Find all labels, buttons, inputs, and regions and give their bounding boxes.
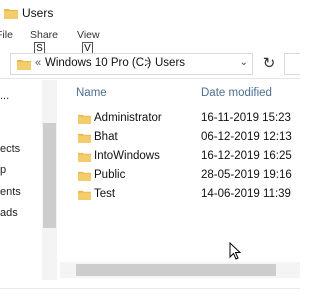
folder-icon: [78, 132, 91, 146]
breadcrumb-users[interactable]: Users: [155, 57, 185, 69]
file-name: Public: [94, 169, 126, 181]
breadcrumb-drive[interactable]: Windows 10 Pro (C:): [45, 57, 151, 69]
horizontal-scrollbar-thumb[interactable]: [76, 264, 276, 276]
folder-icon: [78, 170, 91, 184]
file-name: Test: [94, 188, 116, 200]
nav-scrollbar-thumb[interactable]: [43, 123, 56, 228]
column-header-date-modified[interactable]: Date modified: [201, 87, 272, 99]
file-date: 16-11-2019 15:23: [201, 112, 291, 124]
file-name: IntoWindows: [94, 150, 160, 162]
nav-item-downloads[interactable]: ads: [0, 207, 18, 219]
window-title: Users: [22, 6, 54, 20]
file-date: 28-05-2019 19:16: [201, 169, 292, 181]
column-header-name[interactable]: Name: [76, 87, 107, 99]
divider: [0, 288, 300, 289]
file-name: Bhat: [94, 131, 118, 143]
folder-icon: [78, 151, 91, 165]
breadcrumb-separator[interactable]: «: [35, 57, 41, 69]
search-input[interactable]: [284, 53, 300, 75]
list-item[interactable]: Test 14-06-2019 11:39: [60, 186, 300, 205]
nav-item-partial[interactable]: ...: [0, 90, 9, 102]
address-bar[interactable]: « Windows 10 Pro (C:) > Users ⌄: [10, 53, 253, 75]
file-name: Administrator: [94, 112, 162, 124]
horizontal-scrollbar[interactable]: [60, 262, 300, 278]
file-date: 14-06-2019 11:39: [201, 188, 291, 200]
refresh-icon[interactable]: ↻: [258, 53, 280, 75]
nav-item-desktop[interactable]: p: [0, 164, 6, 176]
tab-share[interactable]: Share: [30, 29, 58, 41]
folder-icon: [78, 113, 91, 127]
address-dropdown-icon[interactable]: ⌄: [240, 57, 248, 68]
address-folder-icon: [17, 58, 31, 73]
folder-icon: [78, 189, 91, 203]
list-item[interactable]: Administrator 16-11-2019 15:23: [60, 110, 300, 129]
tab-view[interactable]: View: [77, 29, 100, 41]
tab-file[interactable]: File: [0, 29, 13, 41]
file-date: 16-12-2019 16:25: [201, 150, 292, 162]
nav-item-objects[interactable]: ects: [0, 143, 20, 155]
list-item[interactable]: Bhat 06-12-2019 12:13: [60, 129, 300, 148]
nav-item-documents[interactable]: ents: [0, 186, 21, 198]
address-row: « Windows 10 Pro (C:) > Users ⌄: [0, 49, 300, 79]
file-list: Name Date modified Administrator 16-11-2…: [60, 80, 300, 262]
list-item[interactable]: IntoWindows 16-12-2019 16:25: [60, 148, 300, 167]
mouse-pointer-icon: [229, 241, 242, 263]
list-item[interactable]: Public 28-05-2019 19:16: [60, 167, 300, 186]
breadcrumb-separator[interactable]: >: [145, 57, 151, 69]
title-bar: Users: [0, 0, 300, 26]
ribbon: File Share View: [0, 26, 300, 48]
folder-icon: [4, 7, 18, 22]
file-date: 06-12-2019 12:13: [201, 131, 292, 143]
